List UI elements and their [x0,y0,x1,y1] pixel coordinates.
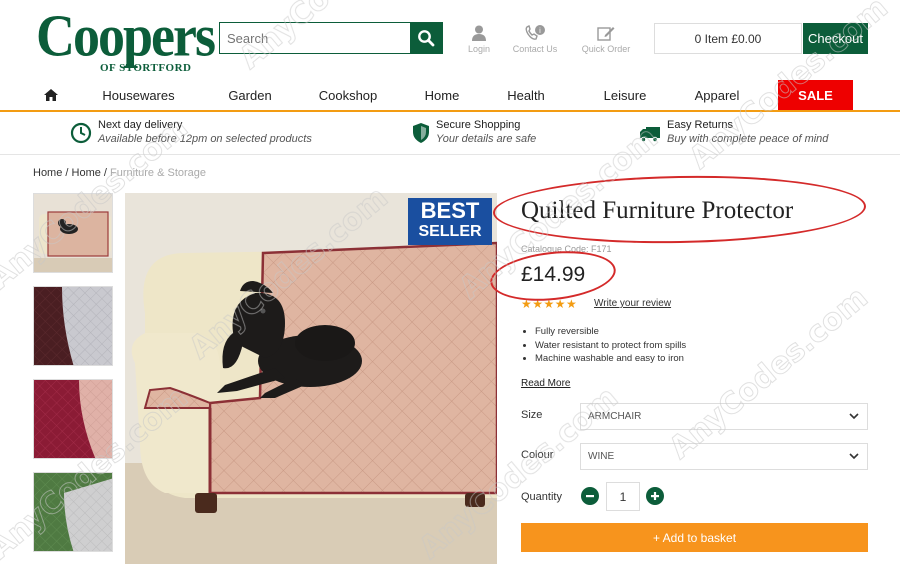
chevron-down-icon [849,453,859,460]
minus-icon [586,495,594,498]
usp-delivery: Next day delivery Available before 12pm o… [70,118,312,146]
nav-item-home[interactable]: Home [405,80,479,110]
thumbnail-image [34,194,112,272]
nav-item-cookshop[interactable]: Cookshop [291,80,405,110]
cart-summary[interactable]: 0 Item £0.00 [654,23,802,54]
feature-item: Machine washable and easy to iron [521,352,686,366]
nav-item-health[interactable]: Health [479,80,573,110]
usp-title: Secure Shopping [436,119,521,131]
login-label: Login [467,44,491,54]
usp-returns: Easy Returns Buy with complete peace of m… [639,118,828,146]
quick-order-link[interactable]: Quick Order [576,22,636,54]
usp-subtitle: Your details are safe [436,133,537,145]
product-title: Quilted Furniture Protector [521,197,794,224]
search-icon [418,30,435,47]
truck-icon [640,127,660,143]
size-value: ARMCHAIR [588,411,642,422]
nav-item-sale[interactable]: SALE [778,80,853,110]
colour-label: Colour [521,449,554,461]
chevron-down-icon [849,413,859,420]
breadcrumb-link[interactable]: Home [72,167,101,179]
breadcrumb: Home / Home / Furniture & Storage [33,167,207,179]
svg-text:i: i [539,27,541,35]
home-icon [43,89,58,101]
nav-item-housewares[interactable]: Housewares [68,80,209,110]
shield-icon [413,123,429,143]
contact-link[interactable]: i Contact Us [508,22,562,54]
watermark-text: AnyCodes.com [663,280,875,466]
catalogue-code: Catalogue Code: F171 [521,244,612,254]
rating-stars: ★★★★★ [521,297,578,311]
search-button[interactable] [410,23,442,53]
feature-list: Fully reversible Water resistant to prot… [521,325,686,366]
read-more-link[interactable]: Read More [521,378,570,389]
usp-title: Next day delivery [98,119,183,131]
thumbnail-image [34,380,112,458]
checkout-button[interactable]: Checkout [803,23,868,54]
phone-icon: i [525,25,545,40]
size-label: Size [521,409,543,421]
quantity-increase-button[interactable] [646,487,664,505]
search-input[interactable] [220,23,410,53]
nav-item-apparel[interactable]: Apparel [677,80,757,110]
best-seller-badge: BEST SELLER [408,198,492,245]
nav-home-icon-link[interactable] [33,80,68,110]
thumbnail-beige[interactable] [33,193,113,273]
product-main-image[interactable] [125,193,497,564]
thumbnail-image [34,287,112,365]
clock-icon [70,122,92,144]
colour-value: WINE [588,451,615,462]
product-price: £14.99 [521,263,586,286]
nav-item-garden[interactable]: Garden [209,80,291,110]
search-bar [219,22,443,54]
logo-wordmark: Coopers [36,2,216,69]
nav-item-leisure[interactable]: Leisure [573,80,677,110]
colour-select[interactable]: WINE [580,443,868,470]
site-logo[interactable]: Coopers OF STORTFORD [36,2,216,74]
logo-subtitle: OF STORTFORD [100,62,192,74]
feature-item: Fully reversible [521,325,686,339]
login-link[interactable]: Login [462,22,496,54]
contact-label: Contact Us [512,44,558,54]
site-header: Coopers OF STORTFORD Login i Contact Us … [0,0,900,80]
feature-item: Water resistant to protect from spills [521,339,686,353]
thumbnail-green[interactable] [33,472,113,552]
quantity-label: Quantity [521,491,562,503]
nav-divider [0,110,900,112]
plus-icon [651,492,659,500]
size-select[interactable]: ARMCHAIR [580,403,868,430]
thumbnail-image [34,473,112,551]
quantity-decrease-button[interactable] [581,487,599,505]
badge-line2: SELLER [418,223,482,240]
breadcrumb-link[interactable]: Home [33,167,62,179]
usp-subtitle: Buy with complete peace of mind [667,133,829,145]
quick-order-label: Quick Order [581,44,631,54]
quantity-input[interactable]: 1 [606,482,640,511]
user-icon [472,25,486,41]
breadcrumb-current: Furniture & Storage [110,167,207,179]
add-to-basket-button[interactable]: + Add to basket [521,523,868,552]
badge-line1: BEST [420,198,480,223]
usp-subtitle: Available before 12pm on selected produc… [98,133,312,145]
edit-icon [597,27,615,41]
write-review-link[interactable]: Write your review [594,298,671,309]
main-nav: Housewares Garden Cookshop Home Health L… [33,80,868,110]
usp-secure: Secure Shopping Your details are safe [412,118,536,146]
thumbnail-red[interactable] [33,379,113,459]
thumbnail-wine[interactable] [33,286,113,366]
sofa-dog-photo [125,193,497,564]
usp-divider [0,154,900,155]
usp-title: Easy Returns [667,119,734,131]
